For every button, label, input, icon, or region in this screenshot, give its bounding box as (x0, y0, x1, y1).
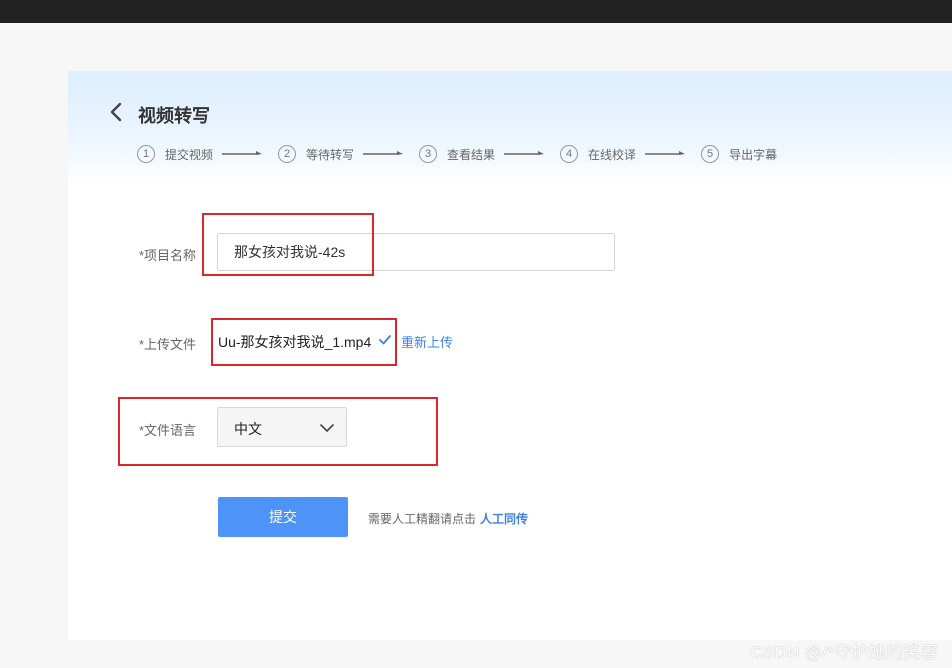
manual-translation-link[interactable]: 人工同传 (480, 512, 528, 526)
step-arrow-icon (504, 151, 545, 155)
submit-button[interactable]: 提交 (218, 497, 348, 537)
check-icon (379, 335, 391, 345)
page-title: 视频转写 (138, 106, 210, 126)
reupload-link[interactable]: 重新上传 (401, 332, 453, 351)
step-number: 5 (701, 145, 720, 163)
step-view-result: 3 查看结果 (419, 145, 495, 163)
step-arrow-icon (645, 151, 686, 155)
watermark: CSDN @/*守护她的笑容 (750, 643, 938, 662)
progress-steps: 1 提交视频 2 等待转写 3 查看结果 4 在线校译 5 导出字幕 (137, 144, 777, 164)
step-number: 1 (137, 145, 155, 163)
step-submit-video: 1 提交视频 (137, 145, 213, 163)
back-arrow-icon[interactable] (106, 100, 126, 124)
step-number: 3 (419, 145, 438, 163)
step-label: 等待转写 (306, 147, 355, 162)
step-label: 导出字幕 (729, 147, 778, 162)
manual-translation-hint: 需要人工精翻请点击 人工同传 (368, 510, 528, 527)
project-name-input[interactable] (217, 233, 615, 271)
hint-text: 需要人工精翻请点击 (368, 512, 477, 526)
step-label: 查看结果 (447, 147, 496, 162)
step-label: 在线校译 (588, 147, 637, 162)
language-select[interactable]: 中文 (217, 407, 347, 447)
uploaded-file-name: Uu-那女孩对我说_1.mp4 (218, 334, 372, 350)
step-online-proofread: 4 在线校译 (560, 145, 636, 163)
step-arrow-icon (363, 151, 404, 155)
step-export-subtitles: 5 导出字幕 (701, 145, 777, 163)
step-label: 提交视频 (165, 147, 214, 162)
step-number: 4 (560, 145, 579, 163)
language-selected-value: 中文 (234, 421, 262, 437)
step-wait-transcribe: 2 等待转写 (278, 145, 354, 163)
window-top-bar (0, 0, 952, 23)
project-name-label: *项目名称 (139, 248, 197, 263)
step-number: 2 (278, 145, 297, 163)
chevron-down-icon (320, 424, 334, 432)
file-language-label: *文件语言 (139, 423, 197, 438)
step-arrow-icon (222, 151, 263, 155)
upload-file-label: *上传文件 (139, 337, 197, 352)
